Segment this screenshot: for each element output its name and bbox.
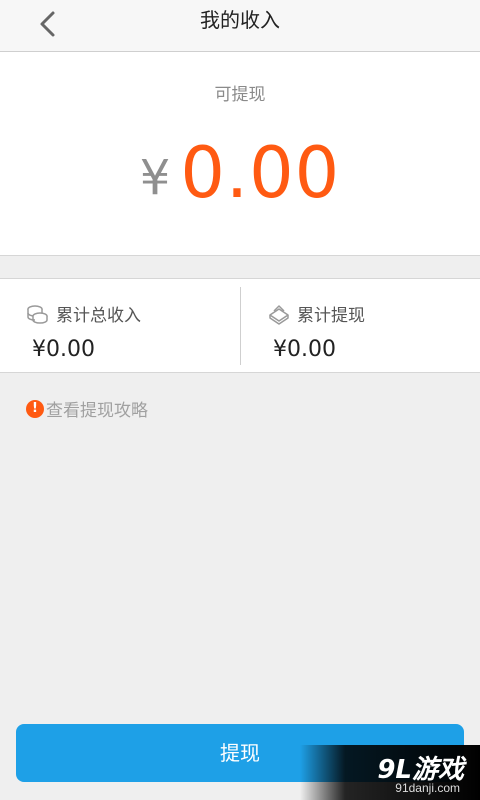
total-income-value: ¥0.00 <box>32 337 95 362</box>
income-stats: 累计总收入 ¥0.00 累计提现 ¥0.00 <box>0 278 480 373</box>
total-income-header: 累计总收入 <box>26 301 141 326</box>
withdraw-guide-link[interactable]: ! 查看提现攻略 <box>26 396 148 421</box>
balance-amount-row: ¥ 0.00 <box>0 130 480 216</box>
alert-icon: ! <box>26 399 44 418</box>
total-income-label: 累计总收入 <box>56 306 141 326</box>
withdrawable-label: 可提现 <box>214 85 266 105</box>
watermark-url: 91danji.com <box>395 781 460 795</box>
balance-card: 可提现 ¥ 0.00 <box>0 52 480 256</box>
total-income-stat: 累计总收入 ¥0.00 <box>0 279 240 372</box>
currency-symbol: ¥ <box>139 150 171 206</box>
watermark: 9L游戏 91danji.com <box>300 745 480 800</box>
total-withdrawn-label: 累计提现 <box>297 306 365 326</box>
withdraw-guide-label: 查看提现攻略 <box>46 401 148 421</box>
income-page: 我的收入 可提现 ¥ 0.00 累计总收入 ¥0.00 累计提现 ¥0.00 !… <box>0 0 480 800</box>
app-header: 我的收入 <box>0 0 480 52</box>
withdrawable-amount: 0.00 <box>180 132 341 214</box>
total-withdrawn-header: 累计提现 <box>267 301 365 326</box>
total-withdrawn-stat: 累计提现 ¥0.00 <box>241 279 480 372</box>
money-stack-icon <box>267 303 291 325</box>
total-withdrawn-value: ¥0.00 <box>273 337 336 362</box>
coins-icon <box>26 303 50 325</box>
page-title: 我的收入 <box>200 8 280 32</box>
